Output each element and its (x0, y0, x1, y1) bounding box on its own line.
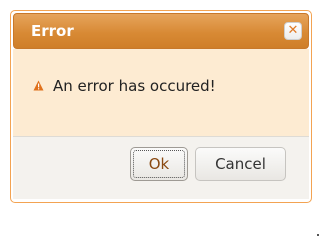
error-message: An error has occured! (53, 77, 216, 95)
dialog-titlebar[interactable]: Error ✕ (13, 13, 309, 49)
error-dialog: Error ✕ An error has occured! Ok Cancel (10, 10, 312, 203)
warning-icon (33, 80, 44, 91)
dialog-button-pane: Ok Cancel (13, 136, 309, 199)
ok-button[interactable]: Ok (130, 147, 188, 181)
close-icon: ✕ (287, 23, 299, 38)
ok-button-label: Ok (148, 155, 170, 173)
close-button[interactable]: ✕ (284, 22, 302, 40)
resize-grip-icon[interactable] (317, 234, 321, 238)
cancel-button-label: Cancel (215, 155, 266, 173)
dialog-content: An error has occured! (13, 49, 309, 136)
dialog-title: Error (31, 22, 74, 40)
cancel-button[interactable]: Cancel (195, 147, 286, 181)
